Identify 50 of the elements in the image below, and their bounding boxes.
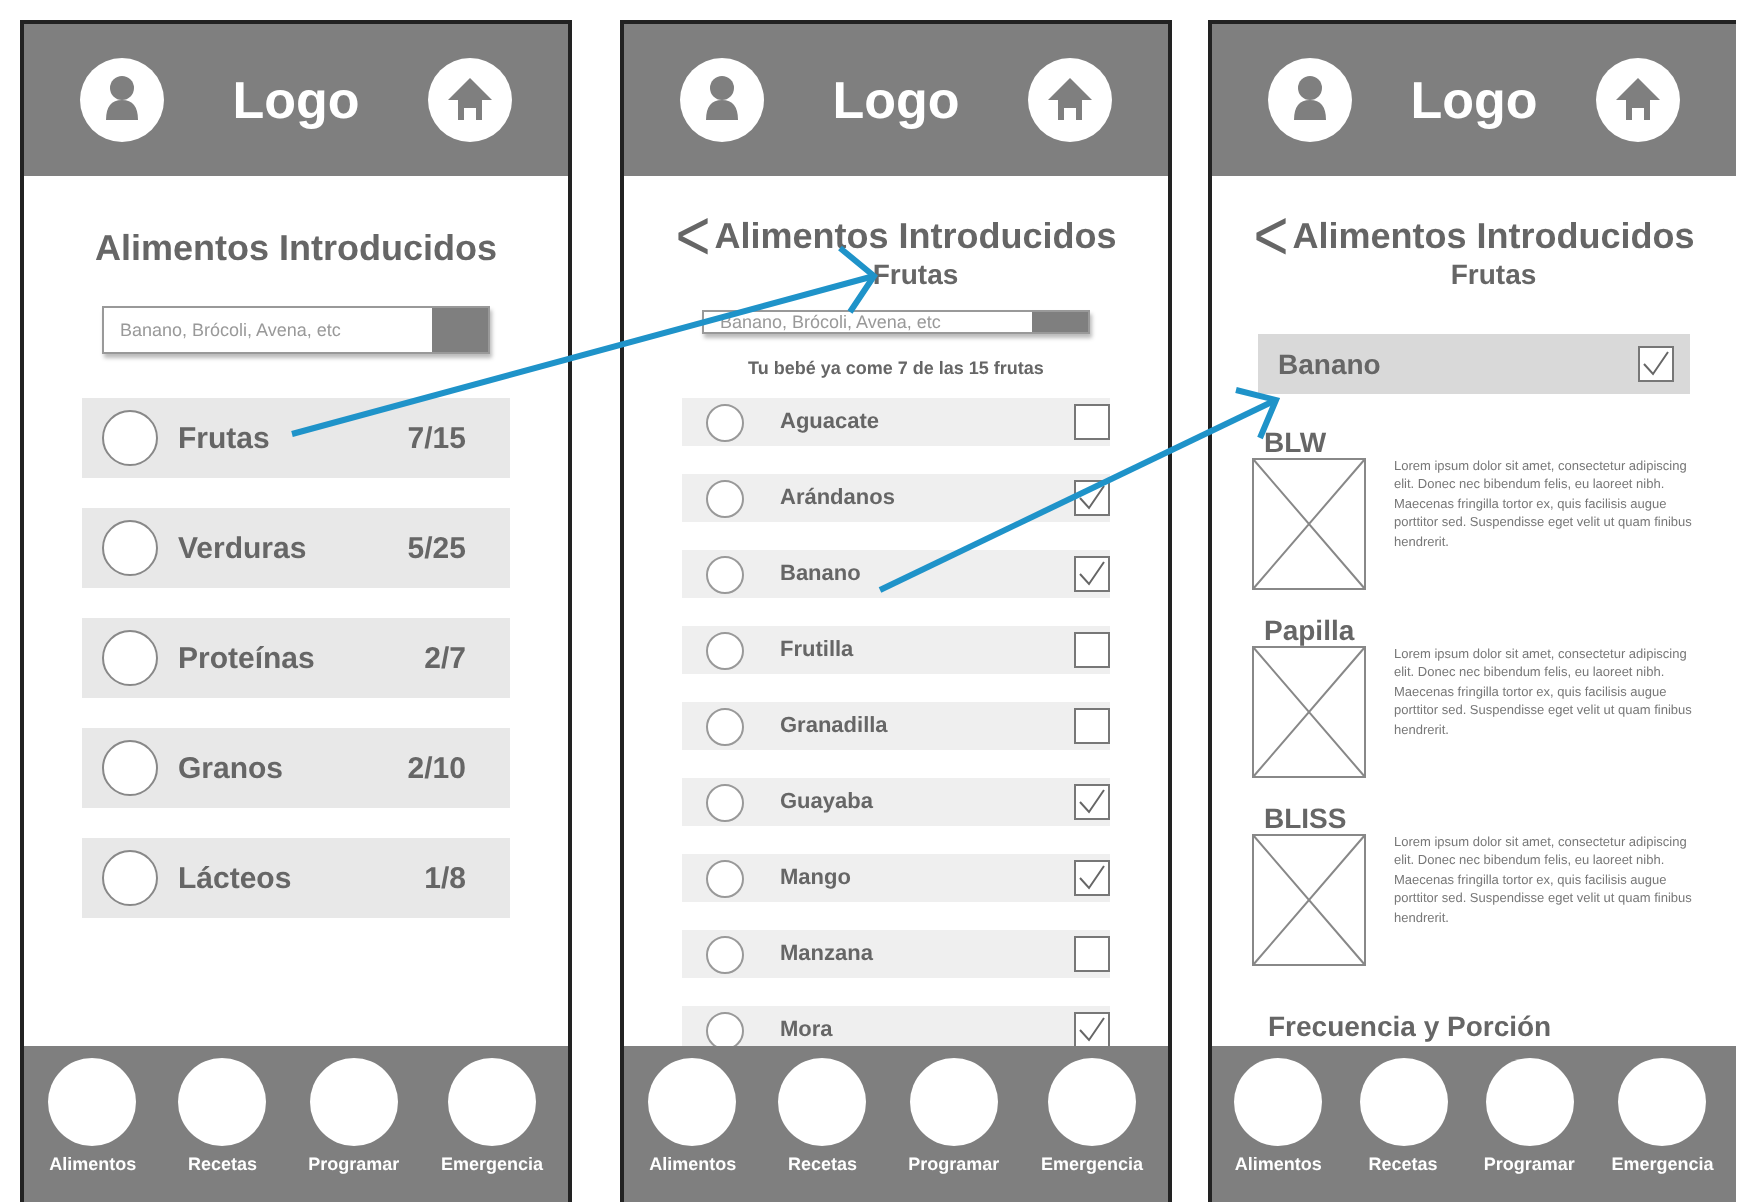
section-heading: Frecuencia y Porción — [1268, 1010, 1552, 1042]
logo: Logo — [232, 69, 360, 131]
category-row[interactable]: Verduras 5/25 — [82, 508, 510, 588]
category-row[interactable]: Lácteos 1/8 — [82, 838, 510, 918]
food-name: Arándanos — [780, 486, 897, 510]
food-name: Manzana — [780, 942, 875, 966]
food-row[interactable]: Manzana — [682, 930, 1110, 978]
category-count: 5/25 — [407, 531, 466, 565]
back-button[interactable]: < — [675, 211, 711, 265]
screen-title: Alimentos Introducidos — [1292, 216, 1695, 258]
food-row[interactable]: Mango — [682, 854, 1110, 902]
category-name: Lácteos — [178, 861, 294, 895]
food-name: Aguacate — [780, 410, 882, 434]
screen-subtitle: Frutas — [872, 258, 959, 290]
food-name: Guayaba — [780, 790, 875, 814]
food-row[interactable]: Mora — [682, 1006, 1110, 1046]
food-row[interactable]: Banano — [682, 550, 1110, 598]
category-row[interactable]: Granos 2/10 — [82, 728, 510, 808]
category-name: Frutas — [178, 421, 272, 455]
category-count: 2/7 — [424, 641, 466, 675]
food-row[interactable]: Aguacate — [682, 398, 1110, 446]
food-name: Banano — [780, 562, 863, 586]
food-name: Mango — [780, 866, 853, 890]
screen-subtitle: Frutas — [1450, 258, 1537, 290]
category-name: Proteínas — [178, 641, 317, 675]
food-name: Granadilla — [780, 714, 890, 738]
section-heading: Papilla — [1264, 614, 1357, 646]
back-button[interactable]: < — [1253, 211, 1289, 265]
logo: Logo — [832, 69, 960, 131]
progress-note: Tu bebé ya come 7 de las 15 frutas — [748, 358, 1044, 378]
category-name: Verduras — [178, 531, 309, 565]
category-row[interactable]: Proteínas 2/7 — [82, 618, 510, 698]
screen-title: Alimentos Introducidos — [94, 228, 497, 270]
category-count: 1/8 — [424, 861, 466, 895]
section-heading: BLISS — [1264, 802, 1349, 834]
food-row[interactable]: Frutilla — [682, 626, 1110, 674]
category-count: 2/10 — [407, 751, 466, 785]
section-heading: BLW — [1264, 426, 1329, 458]
category-count: 7/15 — [407, 421, 466, 455]
search-field[interactable]: Banano, Brócoli, Avena, etc — [102, 306, 490, 354]
food-name: Frutilla — [780, 638, 856, 662]
food-row[interactable]: Arándanos — [682, 474, 1110, 522]
category-row[interactable]: Frutas 7/15 — [82, 398, 510, 478]
food-name: Mora — [780, 1018, 835, 1042]
logo: Logo — [1410, 69, 1538, 131]
food-name: Banano — [1278, 348, 1381, 380]
food-row[interactable]: Guayaba — [682, 778, 1110, 826]
screen-title: Alimentos Introducidos — [714, 216, 1117, 258]
food-row[interactable]: Granadilla — [682, 702, 1110, 750]
category-name: Granos — [178, 751, 286, 785]
